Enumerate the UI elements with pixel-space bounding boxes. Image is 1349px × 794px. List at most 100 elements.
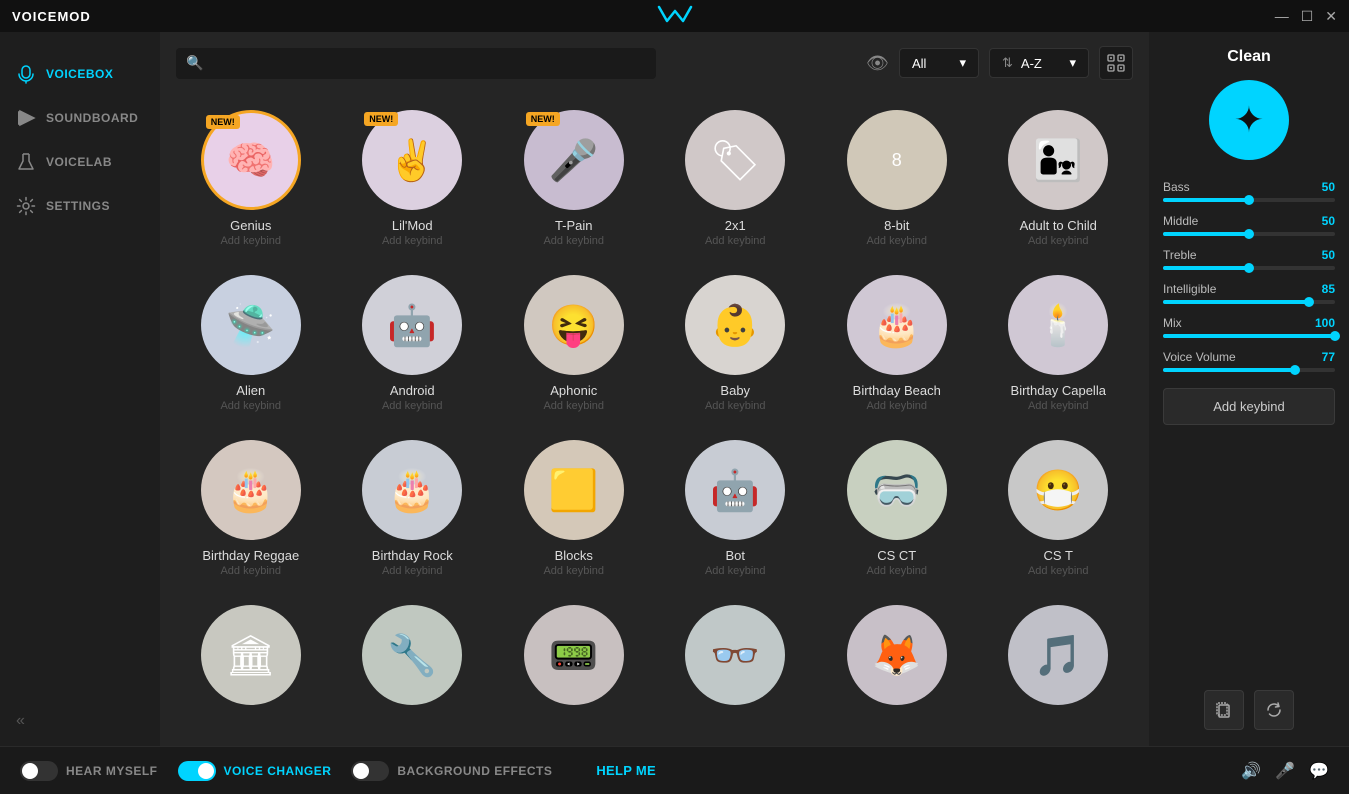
voice-keybind-birthdayreggae[interactable]: Add keybind xyxy=(220,565,281,577)
voice-emoji-cst: 😷 xyxy=(1033,467,1083,514)
slider-track-voice_volume[interactable] xyxy=(1163,368,1335,372)
sidebar-item-soundboard[interactable]: SOUNDBOARD xyxy=(0,96,160,140)
voice-keybind-2x1[interactable]: Add keybind xyxy=(705,235,766,247)
voice-card-birthdaycapella[interactable]: 🕯️Birthday CapellaAdd keybind xyxy=(984,267,1134,420)
voice-name-genius: Genius xyxy=(230,218,271,233)
voice-keybind-cst[interactable]: Add keybind xyxy=(1028,565,1089,577)
voice-card-8bit[interactable]: 88-bitAdd keybind xyxy=(822,102,972,255)
voice-card-alien[interactable]: 🛸AlienAdd keybind xyxy=(176,267,326,420)
voice-emoji-r5: 🦊 xyxy=(872,632,922,679)
voice-card-baby[interactable]: 👶BabyAdd keybind xyxy=(661,267,811,420)
sort-label: A-Z xyxy=(1021,56,1042,71)
voice-keybind-adulttochild[interactable]: Add keybind xyxy=(1028,235,1089,247)
new-badge: NEW! xyxy=(526,112,560,126)
voice-card-birthdaybeach[interactable]: 🎂Birthday BeachAdd keybind xyxy=(822,267,972,420)
close-button[interactable]: ✕ xyxy=(1325,8,1337,25)
voice-emoji-csct: 🥽 xyxy=(872,467,922,514)
title-bar-logo-center xyxy=(655,3,695,30)
voice-card-2x1[interactable]: 🏷2x1Add keybind xyxy=(661,102,811,255)
voice-card-r4[interactable]: 👓 xyxy=(661,597,811,721)
voice-keybind-birthdayrock[interactable]: Add keybind xyxy=(382,565,443,577)
voice-card-lilmod[interactable]: NEW!✌️Lil'ModAdd keybind xyxy=(338,102,488,255)
voice-changer-toggle[interactable] xyxy=(178,761,216,781)
minimize-button[interactable]: — xyxy=(1275,8,1289,24)
voice-keybind-genius[interactable]: Add keybind xyxy=(220,235,281,247)
voice-card-bot[interactable]: 🤖BotAdd keybind xyxy=(661,432,811,585)
voice-card-r2[interactable]: 🔧 xyxy=(338,597,488,721)
volume-icon[interactable]: 🔊 xyxy=(1241,761,1261,781)
slider-track-mix[interactable] xyxy=(1163,334,1335,338)
voice-emoji-genius: 🧠 xyxy=(226,137,276,184)
voice-card-genius[interactable]: NEW!🧠GeniusAdd keybind xyxy=(176,102,326,255)
mic-icon[interactable]: 🎤 xyxy=(1275,761,1295,781)
voice-card-tpain[interactable]: NEW!🎤T-PainAdd keybind xyxy=(499,102,649,255)
voice-card-r6[interactable]: 🎵 xyxy=(984,597,1134,721)
collapse-icon: « xyxy=(16,712,25,729)
slider-track-treble[interactable] xyxy=(1163,266,1335,270)
voice-card-birthdayreggae[interactable]: 🎂Birthday ReggaeAdd keybind xyxy=(176,432,326,585)
eye-icon[interactable]: 👁 xyxy=(866,53,889,74)
voice-keybind-bot[interactable]: Add keybind xyxy=(705,565,766,577)
slider-track-intelligible[interactable] xyxy=(1163,300,1335,304)
window-controls: — ☐ ✕ xyxy=(1275,8,1337,25)
search-controls: 👁 All ▾ ⇅ A-Z ▾ xyxy=(866,46,1133,80)
slider-track-middle[interactable] xyxy=(1163,232,1335,236)
voice-keybind-birthdaycapella[interactable]: Add keybind xyxy=(1028,400,1089,412)
voice-keybind-csct[interactable]: Add keybind xyxy=(866,565,927,577)
search-input[interactable] xyxy=(176,48,656,79)
voice-card-r5[interactable]: 🦊 xyxy=(822,597,972,721)
panel-avatar: ✦ xyxy=(1209,80,1289,160)
voice-avatar-8bit: 8 xyxy=(847,110,947,210)
voice-emoji-aphonic: 😝 xyxy=(549,302,599,349)
voice-keybind-birthdaybeach[interactable]: Add keybind xyxy=(866,400,927,412)
slider-label-intelligible: Intelligible xyxy=(1163,282,1216,296)
voice-emoji-birthdaybeach: 🎂 xyxy=(872,302,922,349)
voice-card-r1[interactable]: 🏛 xyxy=(176,597,326,721)
voice-keybind-aphonic[interactable]: Add keybind xyxy=(543,400,604,412)
voice-card-csct[interactable]: 🥽CS CTAdd keybind xyxy=(822,432,972,585)
chat-icon[interactable]: 💬 xyxy=(1309,761,1329,781)
slider-thumb-middle xyxy=(1244,229,1254,239)
sidebar-item-settings[interactable]: SETTINGS xyxy=(0,184,160,228)
voice-card-aphonic[interactable]: 😝AphonicAdd keybind xyxy=(499,267,649,420)
filter-dropdown[interactable]: All ▾ xyxy=(899,48,979,78)
voice-keybind-8bit[interactable]: Add keybind xyxy=(866,235,927,247)
voice-avatar-r1: 🏛 xyxy=(201,605,301,705)
background-effects-toggle[interactable] xyxy=(351,761,389,781)
sidebar-item-voicebox[interactable]: VOICEBOX xyxy=(0,52,160,96)
voice-keybind-baby[interactable]: Add keybind xyxy=(705,400,766,412)
voice-avatar-birthdayrock: 🎂 xyxy=(362,440,462,540)
add-keybind-button[interactable]: Add keybind xyxy=(1163,388,1335,425)
sidebar-label-soundboard: SOUNDBOARD xyxy=(46,111,138,125)
voice-card-android[interactable]: 🤖AndroidAdd keybind xyxy=(338,267,488,420)
sidebar-collapse-button[interactable]: « xyxy=(0,696,160,746)
copy-button[interactable] xyxy=(1204,690,1244,730)
hear-myself-toggle[interactable] xyxy=(20,761,58,781)
voice-card-r3[interactable]: 📟 xyxy=(499,597,649,721)
voice-emoji-baby: 👶 xyxy=(710,302,760,349)
help-me-button[interactable]: HELP ME xyxy=(596,763,656,778)
voice-keybind-android[interactable]: Add keybind xyxy=(382,400,443,412)
voice-card-blocks[interactable]: 🟨BlocksAdd keybind xyxy=(499,432,649,585)
sidebar-label-voicelab: VOICELAB xyxy=(46,155,112,169)
slider-track-bass[interactable] xyxy=(1163,198,1335,202)
voice-avatar-2x1: 🏷 xyxy=(685,110,785,210)
sort-dropdown[interactable]: ⇅ A-Z ▾ xyxy=(989,48,1089,78)
voice-name-blocks: Blocks xyxy=(555,548,593,563)
voice-avatar-csct: 🥽 xyxy=(847,440,947,540)
voice-card-adulttochild[interactable]: 👨‍👧Adult to ChildAdd keybind xyxy=(984,102,1134,255)
sidebar-item-voicelab[interactable]: VOICELAB xyxy=(0,140,160,184)
slider-value-middle: 50 xyxy=(1322,214,1335,228)
panel-avatar-icon: ✦ xyxy=(1234,99,1264,141)
voice-card-birthdayrock[interactable]: 🎂Birthday RockAdd keybind xyxy=(338,432,488,585)
title-bar: VOICEMOD — ☐ ✕ xyxy=(0,0,1349,32)
voice-keybind-blocks[interactable]: Add keybind xyxy=(543,565,604,577)
random-button[interactable] xyxy=(1099,46,1133,80)
voice-keybind-tpain[interactable]: Add keybind xyxy=(543,235,604,247)
maximize-button[interactable]: ☐ xyxy=(1301,8,1314,25)
voice-keybind-lilmod[interactable]: Add keybind xyxy=(382,235,443,247)
voice-card-cst[interactable]: 😷CS TAdd keybind xyxy=(984,432,1134,585)
search-icon: 🔍 xyxy=(186,55,203,72)
reset-button[interactable] xyxy=(1254,690,1294,730)
voice-keybind-alien[interactable]: Add keybind xyxy=(220,400,281,412)
